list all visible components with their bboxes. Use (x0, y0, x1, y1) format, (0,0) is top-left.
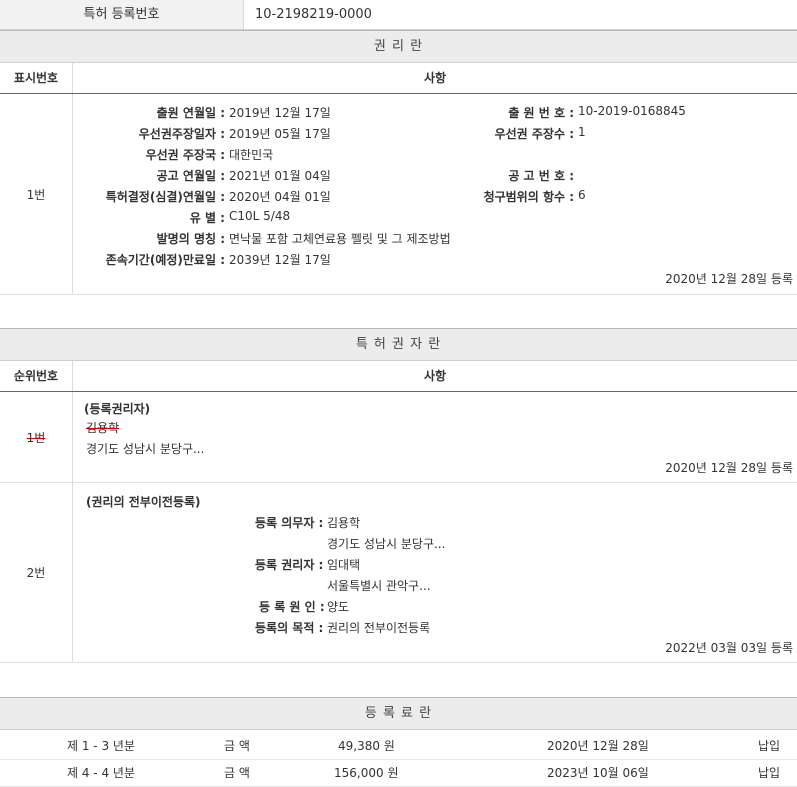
rights-section-title: 권 리 란 (0, 30, 797, 63)
holders-matters-header: 사항 (423, 369, 447, 383)
row-number: 1번 (0, 94, 73, 294)
transfer-heading: (권리의 전부이전등록) (86, 495, 201, 509)
fee-payment-date: 2020년 12월 28일 (547, 739, 649, 753)
fee-row: 제 1 - 3 년분 금 액 49,380 원 2020년 12월 28일 납입 (0, 733, 797, 760)
application-date-value: 2019년 12월 17일 (229, 106, 331, 120)
application-date-label: 출원 연월일 : (156, 106, 225, 120)
priority-count-value: 1 (578, 125, 586, 139)
transfer-row: 2번 (권리의 전부이전등록) 등록 의무자 : 김용학 경기도 성남시 분당구… (0, 483, 797, 663)
registration-number-bar: 특허 등록번호 10-2198219-0000 (0, 0, 797, 30)
expiry-date-label: 존속기간(예정)만료일 : (105, 253, 225, 267)
obligor-label: 등록 의무자 : (255, 516, 324, 530)
application-number-label: 출 원 번 호 : (508, 106, 574, 120)
registration-number-label: 특허 등록번호 (0, 0, 244, 29)
new-holder-address: 서울특별시 관악구... (327, 579, 431, 593)
holder-registration-date: 2020년 12월 28일 등록 (665, 461, 793, 475)
fee-period: 제 4 - 4 년분 (67, 766, 135, 780)
expiry-date-value: 2039년 12월 17일 (229, 253, 331, 267)
rights-column-header: 표시번호 사항 (0, 63, 797, 94)
new-holder-name: 임대택 (327, 558, 361, 572)
holder-heading: (등록권리자) (84, 402, 151, 416)
holder-row-number-cell: 1번 (0, 392, 73, 482)
fee-period: 제 1 - 3 년분 (67, 739, 135, 753)
holders-section: 특 허 권 자 란 순위번호 사항 1번 (등록권리자) 김용학 경기도 성남시… (0, 328, 797, 663)
rights-section: 권 리 란 표시번호 사항 1번 출원 연월일 : 2019년 12월 17일 … (0, 30, 797, 295)
fee-amount-label: 금 액 (224, 766, 250, 780)
rights-registration-date: 2020년 12월 28일 등록 (665, 272, 793, 286)
registration-purpose-value: 권리의 전부이전등록 (327, 621, 431, 635)
classification-value: C10L 5/48 (229, 209, 291, 223)
obligor-name: 김용학 (327, 516, 361, 530)
matters-header: 사항 (423, 71, 447, 85)
fee-amount: 156,000 원 (334, 766, 399, 780)
new-holder-label: 등록 권리자 : (255, 558, 324, 572)
application-number-value: 10-2019-0168845 (578, 104, 686, 118)
fee-status: 납입 (758, 766, 781, 780)
fee-payment-date: 2023년 10월 06일 (547, 766, 649, 780)
transfer-registration-date: 2022년 03월 03일 등록 (665, 641, 793, 655)
holder-address: 경기도 성남시 분당구... (86, 442, 205, 456)
obligor-address: 경기도 성남시 분당구... (327, 537, 446, 551)
claims-count-value: 6 (578, 188, 586, 202)
holder-row: 1번 (등록권리자) 김용학 경기도 성남시 분당구... 2020년 12월 … (0, 392, 797, 483)
publication-date-label: 공고 연월일 : (156, 169, 225, 183)
claims-count-label: 청구범위의 항수 : (483, 190, 574, 204)
invention-title-value: 면낙물 포함 고체연료용 펠릿 및 그 제조방법 (229, 232, 451, 246)
registration-cause-label: 등 록 원 인 : (259, 600, 325, 614)
classification-label: 유 별 : (189, 211, 225, 225)
fee-row: 제 4 - 4 년분 금 액 156,000 원 2023년 10월 06일 납… (0, 760, 797, 787)
publication-number-label: 공 고 번 호 : (508, 169, 574, 183)
fees-section: 등 록 료 란 제 1 - 3 년분 금 액 49,380 원 2020년 12… (0, 697, 797, 787)
display-number-header: 표시번호 (0, 63, 73, 93)
fee-amount-label: 금 액 (224, 739, 250, 753)
fees-section-title: 등 록 료 란 (0, 697, 797, 730)
fee-status: 납입 (758, 739, 781, 753)
holder-name: 김용학 (86, 421, 120, 435)
holders-section-title: 특 허 권 자 란 (0, 328, 797, 361)
registration-number-value: 10-2198219-0000 (255, 7, 372, 22)
priority-country-value: 대한민국 (229, 148, 274, 162)
rank-number-header: 순위번호 (0, 361, 73, 391)
rights-row: 1번 출원 연월일 : 2019년 12월 17일 우선권주장일자 : 2019… (0, 94, 797, 295)
decision-date-label: 특허결정(심결)연월일 : (105, 190, 225, 204)
publication-date-value: 2021년 01월 04일 (229, 169, 331, 183)
priority-date-label: 우선권주장일자 : (138, 127, 225, 141)
registration-purpose-label: 등록의 목적 : (255, 621, 324, 635)
priority-date-value: 2019년 05월 17일 (229, 127, 331, 141)
fee-amount: 49,380 원 (338, 739, 395, 753)
holders-column-header: 순위번호 사항 (0, 361, 797, 392)
holder-row-number: 1번 (26, 430, 46, 445)
priority-count-label: 우선권 주장수 : (494, 127, 574, 141)
priority-country-label: 우선권 주장국 : (145, 148, 225, 162)
transfer-row-number: 2번 (0, 483, 73, 662)
decision-date-value: 2020년 04월 01일 (229, 190, 331, 204)
registration-cause-value: 양도 (327, 600, 350, 614)
invention-title-label: 발명의 명칭 : (156, 232, 225, 246)
